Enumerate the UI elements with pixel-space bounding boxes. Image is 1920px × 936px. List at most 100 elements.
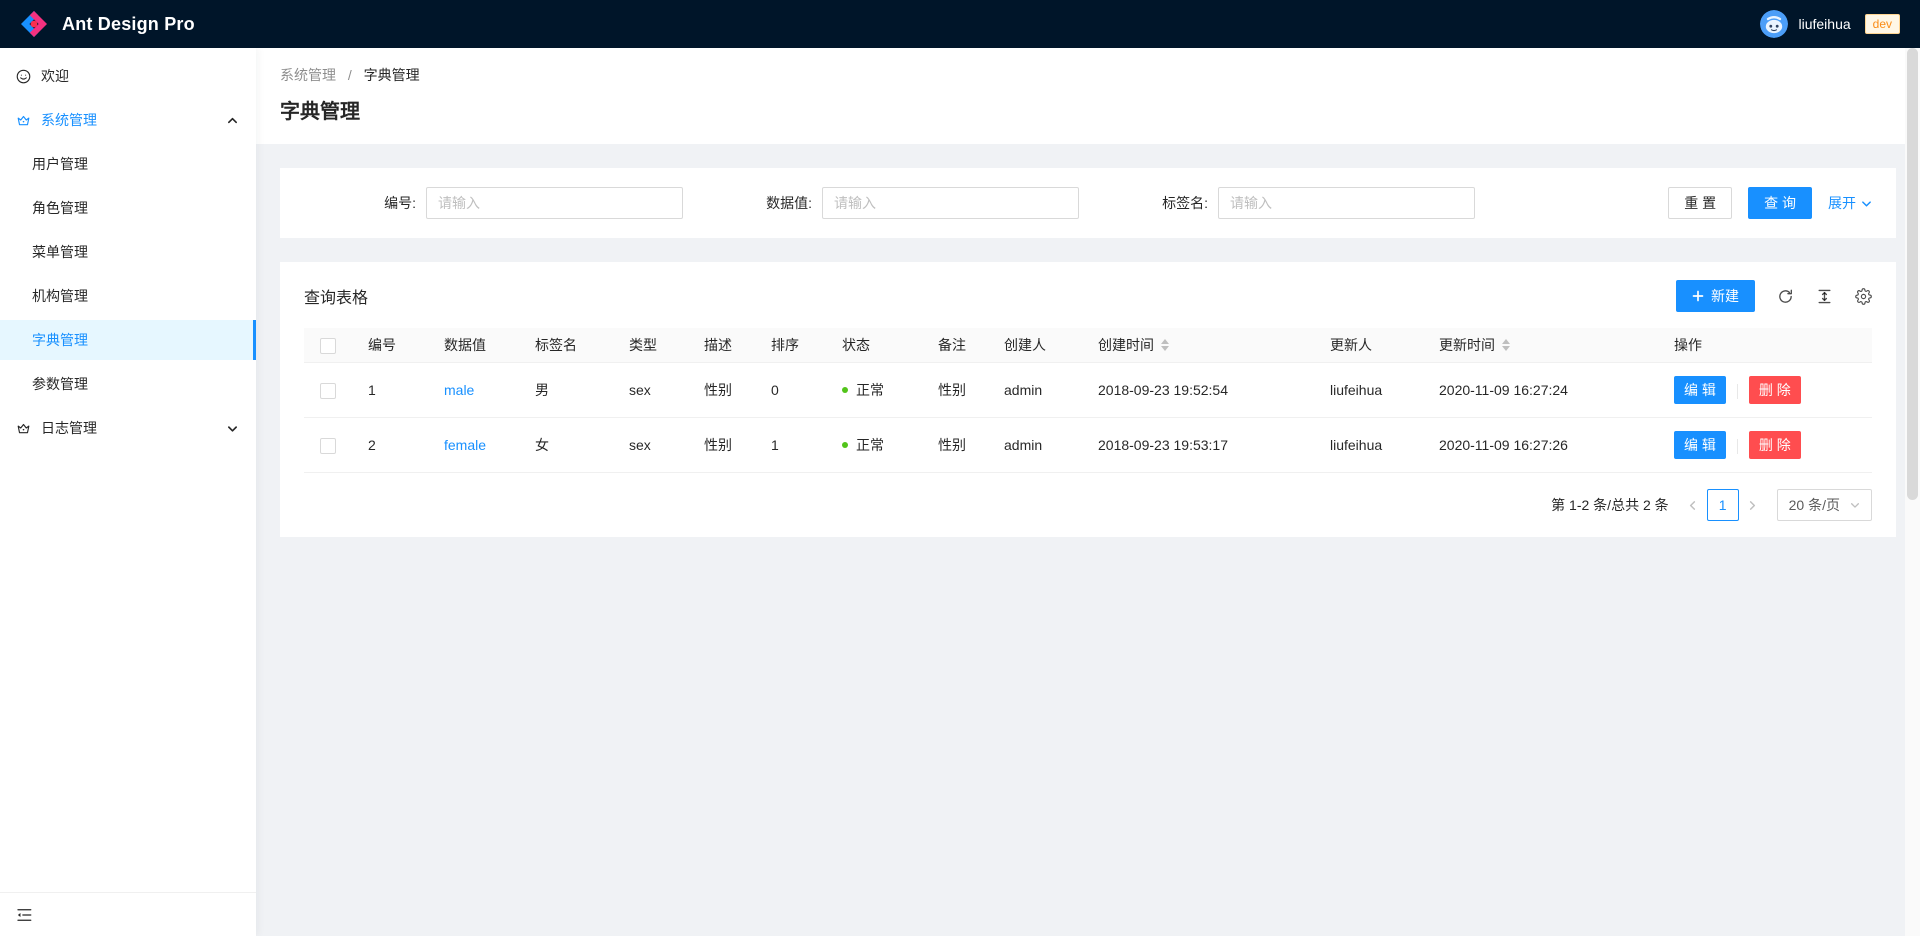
col-header: 更新人 xyxy=(1330,337,1372,353)
crown-icon xyxy=(16,421,31,436)
avatar-icon xyxy=(1760,10,1788,38)
col-header: 创建时间 xyxy=(1098,335,1154,355)
col-header: 数据值 xyxy=(444,337,486,353)
cell-remark: 性别 xyxy=(938,382,966,398)
table-toolbar: 查询表格 新建 xyxy=(280,262,1896,328)
page-1-button[interactable]: 1 xyxy=(1707,489,1739,521)
col-header: 排序 xyxy=(771,337,799,353)
cell-value-link[interactable]: male xyxy=(444,382,474,398)
sidebar-item-orgs[interactable]: 机构管理 xyxy=(0,276,256,316)
ant-design-logo-icon xyxy=(18,8,50,40)
col-header: 状态 xyxy=(842,337,870,353)
crown-icon xyxy=(16,113,31,128)
search-form-card: 编号: 数据值: 标签名: 重 置 查 询 展开 xyxy=(280,168,1896,238)
reset-button[interactable]: 重 置 xyxy=(1668,187,1732,219)
page-header: 系统管理 / 字典管理 字典管理 xyxy=(256,48,1920,144)
sidebar-item-dicts[interactable]: 字典管理 xyxy=(0,320,256,360)
scrollbar-thumb[interactable] xyxy=(1907,48,1918,500)
username[interactable]: liufeihua xyxy=(1798,16,1850,32)
chevron-left-icon xyxy=(1687,500,1698,511)
action-divider xyxy=(1737,439,1738,454)
col-header: 编号 xyxy=(368,337,396,353)
table-row: 1 male 男 sex 性别 0 正常 xyxy=(304,363,1872,418)
cell-tag: 男 xyxy=(535,382,549,398)
breadcrumb-system[interactable]: 系统管理 xyxy=(280,67,336,83)
page-size-select[interactable]: 20 条/页 xyxy=(1777,489,1872,521)
setting-icon[interactable] xyxy=(1855,288,1872,305)
sidebar-footer xyxy=(0,892,256,936)
smile-icon xyxy=(16,69,31,84)
sidebar-item-welcome[interactable]: 欢迎 xyxy=(0,56,256,96)
new-button[interactable]: 新建 xyxy=(1676,280,1755,312)
cell-id: 1 xyxy=(368,382,376,398)
select-all-checkbox[interactable] xyxy=(320,338,336,354)
sidebar-item-label: 机构管理 xyxy=(32,286,88,306)
col-header: 更新时间 xyxy=(1439,335,1495,355)
page-size-value: 20 条/页 xyxy=(1789,495,1840,515)
table-title: 查询表格 xyxy=(304,284,368,308)
status-dot-icon xyxy=(842,387,848,393)
sidebar-item-params[interactable]: 参数管理 xyxy=(0,364,256,404)
breadcrumb-current: 字典管理 xyxy=(364,67,420,83)
table-row: 2 female 女 sex 性别 1 正常 xyxy=(304,418,1872,473)
cell-tag: 女 xyxy=(535,437,549,453)
cell-updated: 2020-11-09 16:27:24 xyxy=(1439,382,1568,398)
search-field-tag: 标签名: xyxy=(1079,187,1475,219)
reload-icon[interactable] xyxy=(1777,288,1794,305)
prev-page-button[interactable] xyxy=(1679,489,1707,521)
menu-fold-icon[interactable] xyxy=(15,906,33,924)
sidebar-submenu-system[interactable]: 系统管理 xyxy=(0,100,256,140)
plus-icon xyxy=(1692,290,1704,302)
status-dot-icon xyxy=(842,442,848,448)
query-button[interactable]: 查 询 xyxy=(1748,187,1812,219)
chevron-down-icon xyxy=(1861,198,1872,209)
sort-caret-icon[interactable] xyxy=(1502,339,1510,351)
cell-value-link[interactable]: female xyxy=(444,437,486,453)
app-title: Ant Design Pro xyxy=(62,14,195,35)
cell-updater: liufeihua xyxy=(1330,437,1382,453)
search-actions: 重 置 查 询 展开 xyxy=(1668,187,1872,219)
sidebar-submenu-log[interactable]: 日志管理 xyxy=(0,408,256,448)
next-page-button[interactable] xyxy=(1739,489,1767,521)
sidebar-item-label: 菜单管理 xyxy=(32,242,88,262)
search-field-id: 编号: xyxy=(304,187,683,219)
cell-updater: liufeihua xyxy=(1330,382,1382,398)
row-checkbox[interactable] xyxy=(320,383,336,399)
cell-created: 2018-09-23 19:53:17 xyxy=(1098,437,1228,453)
col-header: 标签名 xyxy=(535,337,577,353)
pagination-total: 第 1-2 条/总共 2 条 xyxy=(1551,495,1668,515)
cell-remark: 性别 xyxy=(938,437,966,453)
content-area: 编号: 数据值: 标签名: 重 置 查 询 展开 xyxy=(256,144,1920,561)
value-input[interactable] xyxy=(822,187,1079,219)
action-divider xyxy=(1737,384,1738,399)
sort-caret-icon[interactable] xyxy=(1161,339,1169,351)
row-checkbox[interactable] xyxy=(320,438,336,454)
cell-type: sex xyxy=(629,382,651,398)
sidebar-item-roles[interactable]: 角色管理 xyxy=(0,188,256,228)
tag-input[interactable] xyxy=(1218,187,1475,219)
cell-creator: admin xyxy=(1004,437,1042,453)
sidebar-item-label: 用户管理 xyxy=(32,154,88,174)
edit-button[interactable]: 编 辑 xyxy=(1674,376,1726,404)
search-field-value: 数据值: xyxy=(683,187,1079,219)
edit-button[interactable]: 编 辑 xyxy=(1674,431,1726,459)
avatar[interactable] xyxy=(1760,10,1788,38)
app-logo[interactable]: Ant Design Pro xyxy=(18,8,195,40)
expand-toggle[interactable]: 展开 xyxy=(1828,193,1872,213)
delete-button[interactable]: 删 除 xyxy=(1749,431,1801,459)
col-header: 创建人 xyxy=(1004,337,1046,353)
field-label: 编号: xyxy=(304,193,426,213)
id-input[interactable] xyxy=(426,187,683,219)
status-badge: 正常 xyxy=(856,435,884,455)
column-height-icon[interactable] xyxy=(1816,288,1833,305)
sidebar-item-users[interactable]: 用户管理 xyxy=(0,144,256,184)
sidebar-item-menus[interactable]: 菜单管理 xyxy=(0,232,256,272)
cell-desc: 性别 xyxy=(704,437,732,453)
col-header: 描述 xyxy=(704,337,732,353)
cell-created: 2018-09-23 19:52:54 xyxy=(1098,382,1228,398)
sidebar: 欢迎 系统管理 用户管理 角色管理 菜单管理 机构管理 xyxy=(0,48,256,936)
cell-sort: 1 xyxy=(771,437,779,453)
col-header: 备注 xyxy=(938,337,966,353)
delete-button[interactable]: 删 除 xyxy=(1749,376,1801,404)
sidebar-menu: 欢迎 系统管理 用户管理 角色管理 菜单管理 机构管理 xyxy=(0,48,256,892)
